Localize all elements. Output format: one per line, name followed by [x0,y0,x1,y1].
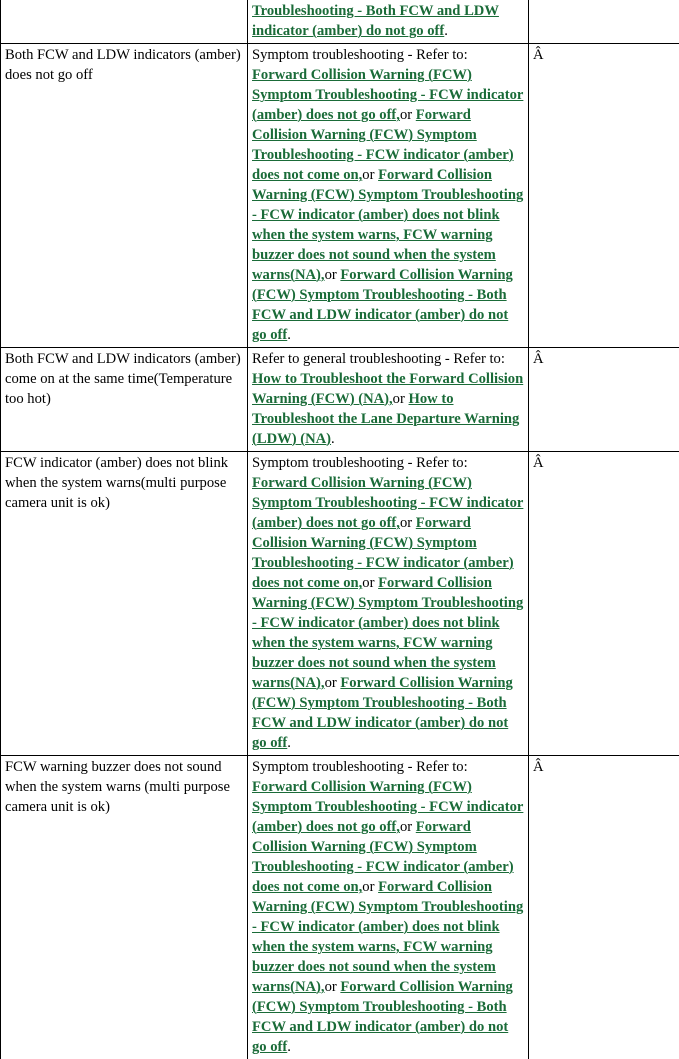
action-content: Symptom troubleshooting - Refer to: Forw… [252,45,525,345]
table-row: Both FCW and LDW indicators (amber) does… [1,44,679,348]
conjunction-or: or [325,979,337,995]
cell-symptom: Both FCW and LDW indicators (amber) come… [1,348,248,452]
note-text: Â [533,45,676,65]
symptom-text: FCW indicator (amber) does not blink whe… [5,453,244,513]
action-lead-text: Refer to general troubleshooting - Refer… [252,351,505,367]
xref-how-to-troubleshoot-fcw[interactable]: How to Troubleshoot the Forward Collisio… [252,371,523,407]
symptom-text: FCW warning buzzer does not sound when t… [5,757,244,817]
conjunction-or: or [325,267,337,283]
cell-symptom: FCW indicator (amber) does not blink whe… [1,452,248,756]
xref-fcw-indicator-does-not-blink[interactable]: Forward Collision Warning (FCW) Symptom … [252,167,523,283]
cell-action: Symptom troubleshooting - Refer to: Forw… [248,44,529,348]
action-content: Troubleshooting - Both FCW and LDW indic… [252,1,525,41]
sentence-period: . [444,23,448,39]
xref-both-fcw-ldw-do-not-go-off-tail[interactable]: Troubleshooting - Both FCW and LDW indic… [252,3,499,39]
action-content: Refer to general troubleshooting - Refer… [252,349,525,449]
cell-note: Â [529,452,679,756]
conjunction-or: or [400,515,412,531]
note-text: Â [533,453,676,473]
xref-fcw-indicator-does-not-blink[interactable]: Forward Collision Warning (FCW) Symptom … [252,575,523,691]
cell-note: Â [529,756,679,1059]
conjunction-or: or [362,167,374,183]
action-content: Symptom troubleshooting - Refer to: Forw… [252,453,525,753]
table-row: FCW indicator (amber) does not blink whe… [1,452,679,756]
xref-fcw-indicator-does-not-go-off[interactable]: Forward Collision Warning (FCW) Symptom … [252,779,523,835]
cell-action: Troubleshooting - Both FCW and LDW indic… [248,0,529,44]
cell-note: Â [529,348,679,452]
conjunction-or: or [362,879,374,895]
table-row: FCW warning buzzer does not sound when t… [1,756,679,1059]
cell-action: Symptom troubleshooting - Refer to: Forw… [248,756,529,1059]
table-row: Troubleshooting - Both FCW and LDW indic… [1,0,679,44]
conjunction-or: or [393,391,405,407]
conjunction-or: or [362,575,374,591]
note-text: Â [533,349,676,369]
cell-symptom [1,0,248,44]
cell-symptom: FCW warning buzzer does not sound when t… [1,756,248,1059]
cell-note [529,0,679,44]
cell-symptom: Both FCW and LDW indicators (amber) does… [1,44,248,348]
sentence-period: . [287,735,291,751]
table-row: Both FCW and LDW indicators (amber) come… [1,348,679,452]
symptom-text: Both FCW and LDW indicators (amber) does… [5,45,244,85]
conjunction-or: or [400,819,412,835]
action-lead-text: Symptom troubleshooting - Refer to: [252,47,468,63]
symptom-text: Both FCW and LDW indicators (amber) come… [5,349,244,409]
note-text: Â [533,757,676,777]
action-lead-text: Symptom troubleshooting - Refer to: [252,455,468,471]
cell-action: Symptom troubleshooting - Refer to: Forw… [248,452,529,756]
symptom-troubleshooting-table: Troubleshooting - Both FCW and LDW indic… [0,0,679,1059]
cell-note: Â [529,44,679,348]
sentence-period: . [287,1039,291,1055]
sentence-period: . [287,327,291,343]
action-content: Symptom troubleshooting - Refer to: Forw… [252,757,525,1057]
conjunction-or: or [325,675,337,691]
action-lead-text: Symptom troubleshooting - Refer to: [252,759,468,775]
sentence-period: . [331,431,335,447]
xref-fcw-indicator-does-not-go-off[interactable]: Forward Collision Warning (FCW) Symptom … [252,67,523,123]
cell-action: Refer to general troubleshooting - Refer… [248,348,529,452]
xref-fcw-indicator-does-not-blink[interactable]: Forward Collision Warning (FCW) Symptom … [252,879,523,995]
xref-fcw-indicator-does-not-go-off[interactable]: Forward Collision Warning (FCW) Symptom … [252,475,523,531]
conjunction-or: or [400,107,412,123]
